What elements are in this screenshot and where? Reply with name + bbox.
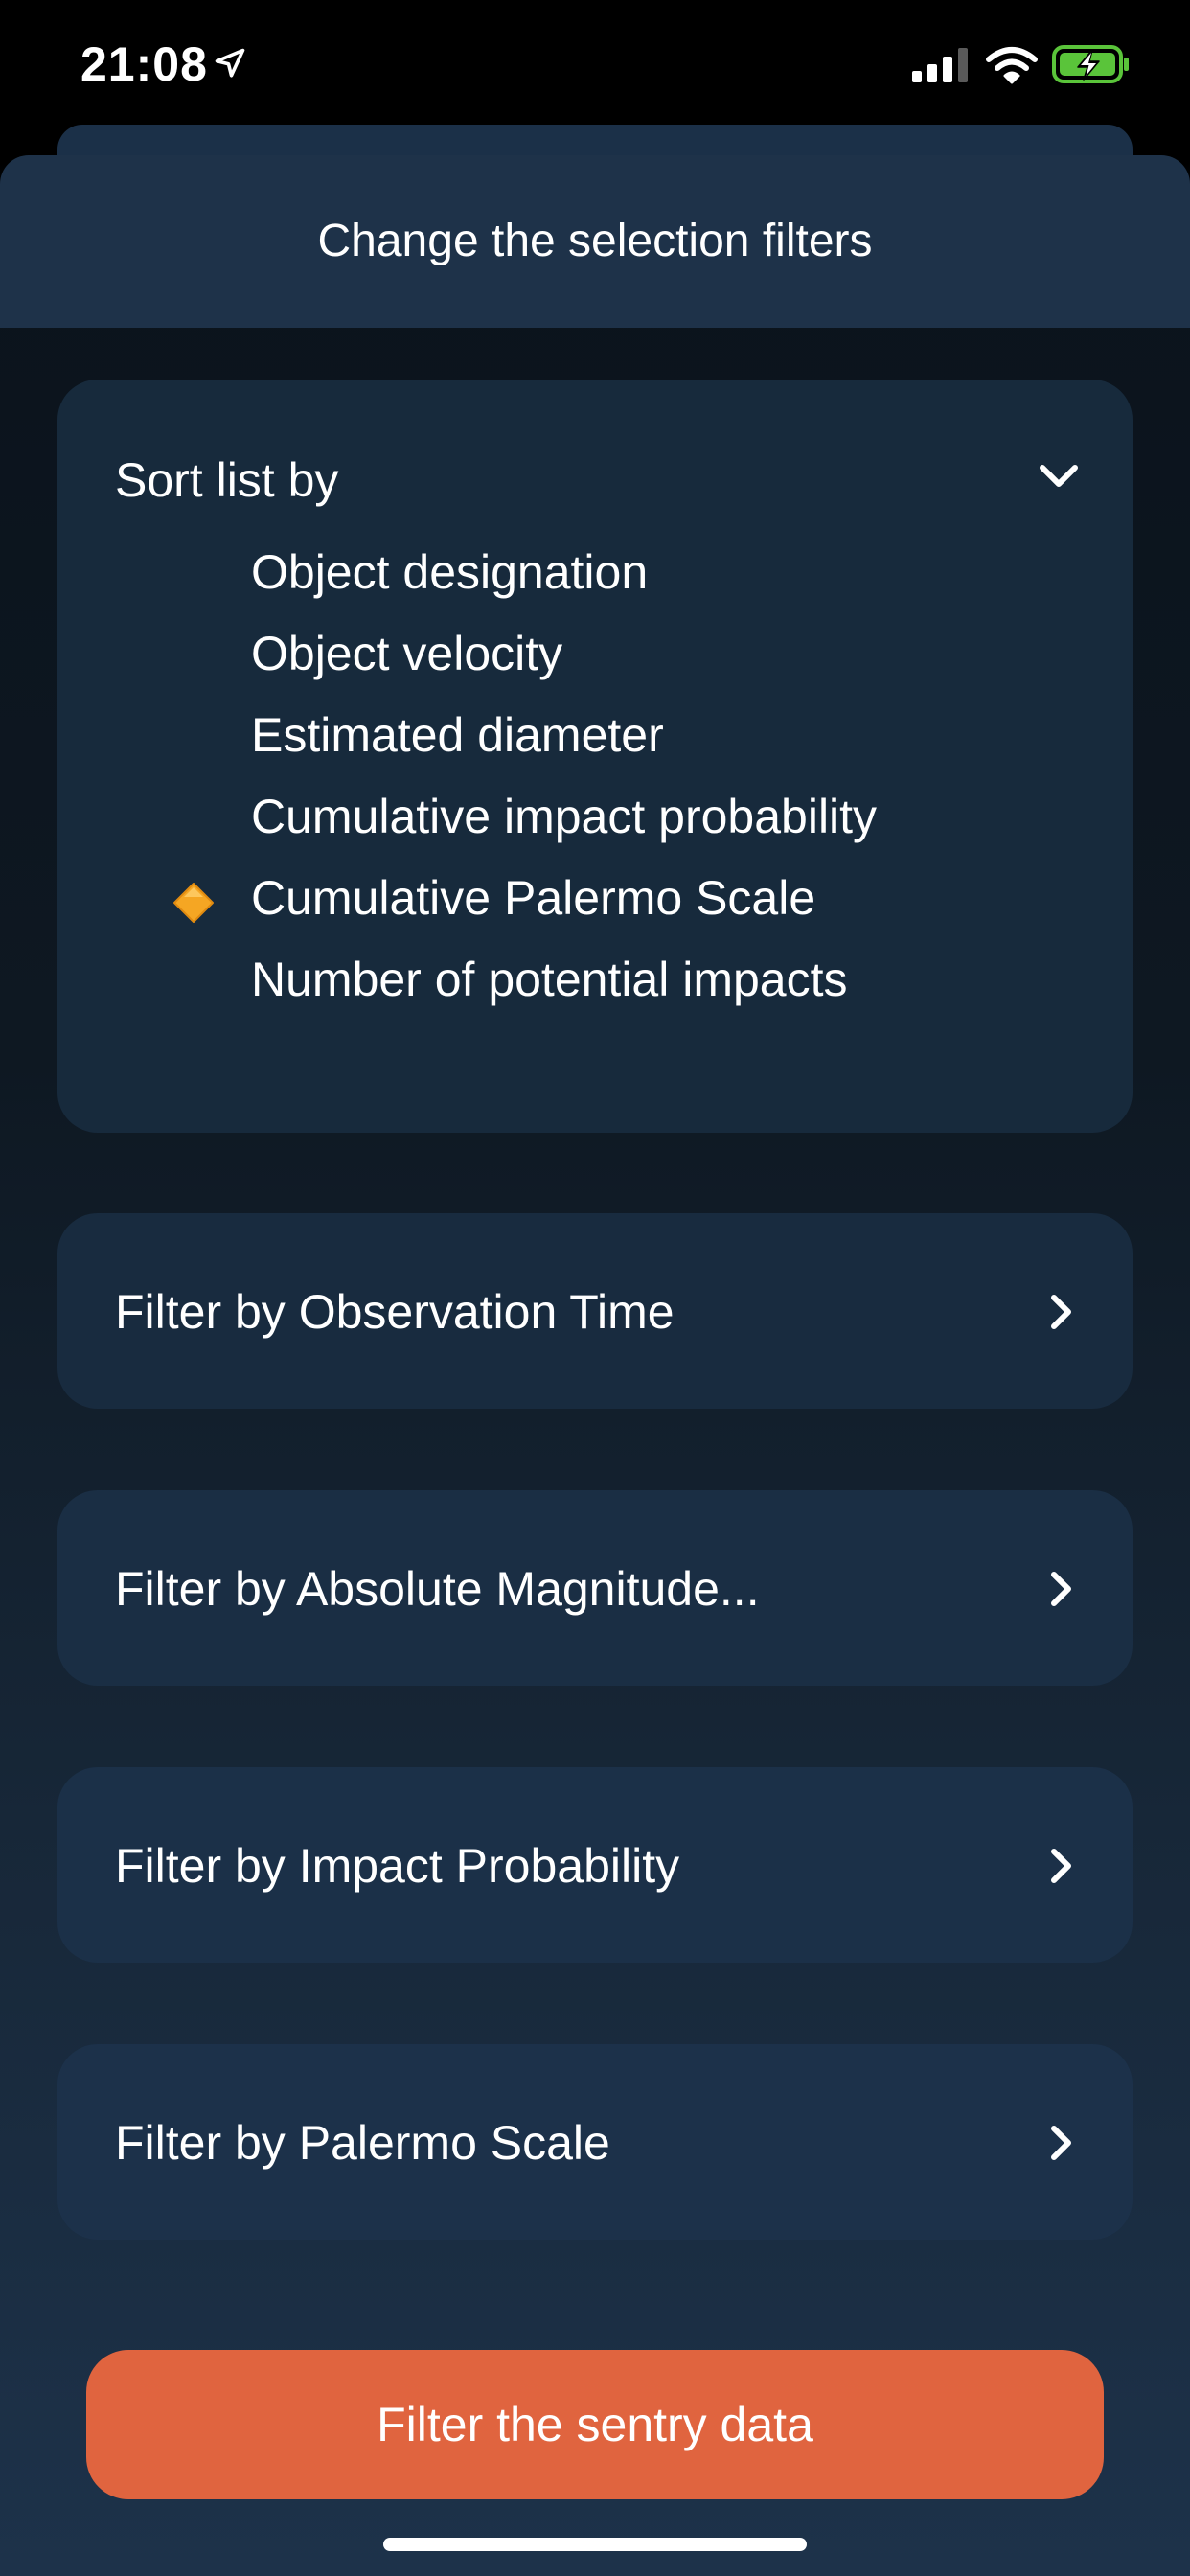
sort-label: Sort list by xyxy=(115,453,339,507)
sort-option-label: Number of potential impacts xyxy=(251,953,848,1006)
sort-option-number-of-potential-impacts[interactable]: Number of potential impacts xyxy=(57,940,1133,1022)
status-time: 21:08 xyxy=(80,37,208,91)
sort-card: Sort list by Object designation Object v… xyxy=(57,380,1133,1133)
filter-label: Filter by Palermo Scale xyxy=(115,2116,610,2170)
sort-option-label: Cumulative Palermo Scale xyxy=(251,871,816,925)
battery-charging-icon xyxy=(1052,45,1129,83)
sort-option-label: Cumulative impact probability xyxy=(251,790,878,843)
filter-label: Filter by Observation Time xyxy=(115,1285,675,1339)
filter-absolute-magnitude-row[interactable]: Filter by Absolute Magnitude... xyxy=(57,1490,1133,1686)
orange-diamond-icon xyxy=(173,883,214,923)
chevron-right-icon xyxy=(1051,1849,1071,1883)
filter-palermo-scale-row[interactable]: Filter by Palermo Scale xyxy=(57,2044,1133,2240)
sort-option-label: Estimated diameter xyxy=(251,708,664,762)
filter-impact-probability-row[interactable]: Filter by Impact Probability xyxy=(57,1767,1133,1963)
sort-option-object-designation[interactable]: Object designation xyxy=(57,533,1133,614)
filter-sentry-data-button[interactable]: Filter the sentry data xyxy=(86,2350,1104,2499)
status-bar: 21:08 xyxy=(0,0,1190,126)
sort-option-estimated-diameter[interactable]: Estimated diameter xyxy=(57,696,1133,777)
filter-label: Filter by Impact Probability xyxy=(115,1839,680,1893)
sort-option-label: Object velocity xyxy=(251,627,563,680)
chevron-down-icon xyxy=(1040,465,1078,487)
chevron-right-icon xyxy=(1051,1572,1071,1606)
sort-option-cumulative-palermo-scale[interactable]: Cumulative Palermo Scale xyxy=(57,859,1133,940)
chevron-right-icon xyxy=(1051,2126,1071,2160)
filter-observation-time-row[interactable]: Filter by Observation Time xyxy=(57,1213,1133,1409)
location-arrow-icon xyxy=(215,48,245,78)
wifi-icon xyxy=(986,47,1038,84)
filter-label: Filter by Absolute Magnitude... xyxy=(115,1562,760,1616)
home-indicator[interactable] xyxy=(383,2538,807,2551)
signal-bars-icon xyxy=(912,48,968,82)
sheet-title: Change the selection filters xyxy=(317,216,873,266)
sort-option-object-velocity[interactable]: Object velocity xyxy=(57,614,1133,696)
chevron-right-icon xyxy=(1051,1295,1071,1329)
sort-option-label: Object designation xyxy=(251,545,649,599)
sort-option-cumulative-impact-probability[interactable]: Cumulative impact probability xyxy=(57,777,1133,859)
